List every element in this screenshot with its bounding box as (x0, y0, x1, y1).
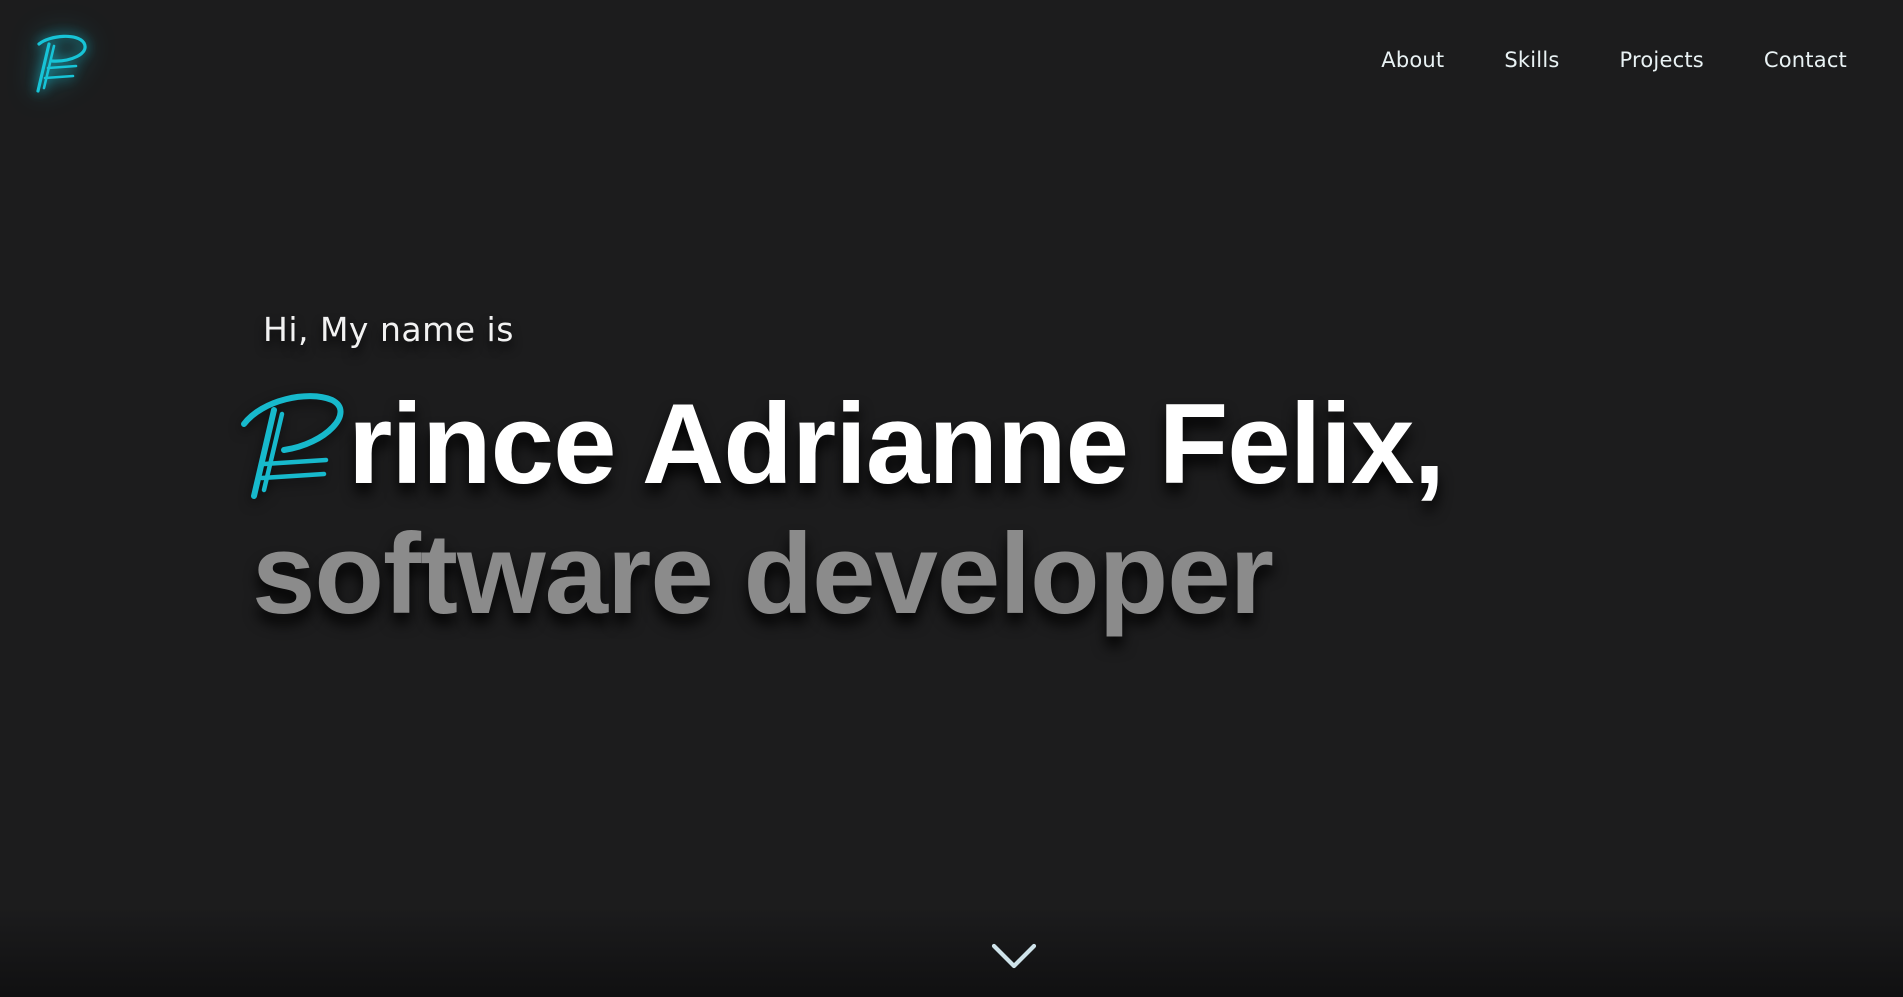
nav-link-contact[interactable]: Contact (1764, 48, 1847, 72)
chevron-down-icon[interactable] (990, 940, 1038, 970)
name-text: rince Adrianne Felix, (348, 381, 1445, 508)
nav-link-skills[interactable]: Skills (1504, 48, 1559, 72)
greeting-text: Hi, My name is (263, 310, 514, 349)
main-nav: About Skills Projects Contact (1381, 48, 1847, 72)
hero-section: About Skills Projects Contact Hi, My nam… (0, 0, 1903, 997)
logo-icon[interactable] (30, 30, 100, 100)
bottom-gradient (0, 907, 1903, 997)
name-heading: rince Adrianne Felix, (240, 381, 1445, 514)
p-monogram-icon (240, 392, 350, 506)
nav-link-about[interactable]: About (1381, 48, 1444, 72)
role-text: software developer (252, 511, 1274, 638)
nav-link-projects[interactable]: Projects (1620, 48, 1704, 72)
